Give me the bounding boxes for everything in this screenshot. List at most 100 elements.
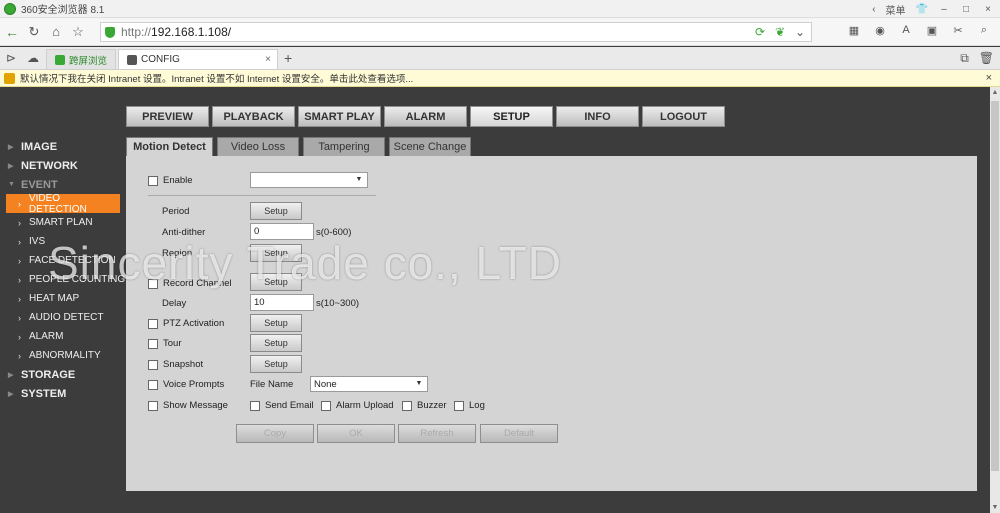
ptz-setup-button[interactable]: Setup	[250, 314, 302, 332]
send-email-checkbox[interactable]	[250, 400, 260, 411]
back-icon[interactable]: ←	[2, 22, 22, 42]
voice-prompts-checkbox[interactable]	[148, 379, 158, 390]
star-icon[interactable]: ☆	[68, 22, 88, 42]
side-item-label: ALARM	[29, 331, 64, 342]
side-group-storage[interactable]: ▶ STORAGE	[0, 365, 126, 384]
search-icon[interactable]: ⌕	[974, 24, 994, 37]
sidebar-toggle-icon[interactable]: ⊳	[0, 47, 22, 69]
ok-button[interactable]: OK	[317, 424, 395, 443]
show-message-checkbox[interactable]	[148, 400, 158, 411]
maximize-button[interactable]: □	[960, 4, 972, 15]
delay-input[interactable]: 10	[250, 294, 314, 311]
address-bar: ← ↻ ⌂ ☆ http://192.168.1.108/ ⟳ ❦ ⌄ ▦ ◉ …	[0, 18, 1000, 46]
menu-preview[interactable]: PREVIEW	[126, 106, 209, 127]
close-icon[interactable]: ×	[986, 72, 992, 84]
tab-bar: ⊳ ☁ 跨屏浏览 CONFIG × + ⧉ 🗑	[0, 47, 1000, 70]
menu-logout[interactable]: LOGOUT	[642, 106, 725, 127]
snapshot-setup-button[interactable]: Setup	[250, 355, 302, 373]
home-icon[interactable]: ⌂	[46, 22, 66, 42]
back-arrow-icon[interactable]: ‹	[872, 4, 875, 15]
side-group-network[interactable]: ▶ NETWORK	[0, 156, 126, 175]
tab-video-loss[interactable]: Video Loss	[217, 137, 299, 156]
compat-mode-icon[interactable]: ⟳	[753, 25, 767, 39]
minimize-button[interactable]: –	[938, 4, 950, 15]
apps-icon[interactable]: ▦	[844, 24, 864, 37]
enable-select[interactable]: ▼	[250, 172, 368, 188]
copy-button[interactable]: Copy	[236, 424, 314, 443]
side-item-abnormality[interactable]: › ABNORMALITY	[0, 346, 126, 365]
tour-checkbox[interactable]	[148, 338, 158, 349]
new-tab-button[interactable]: +	[284, 50, 292, 66]
browser-logo-icon	[4, 2, 16, 15]
tab-tampering[interactable]: Tampering	[303, 137, 385, 156]
tab-cross-screen[interactable]: 跨屏浏览	[46, 49, 117, 69]
reload-icon[interactable]: ↻	[24, 22, 44, 42]
enable-label: Enable	[163, 175, 193, 186]
screenshot-icon[interactable]: ✂	[948, 24, 968, 37]
side-group-system[interactable]: ▶ SYSTEM	[0, 384, 126, 403]
side-menu: ▶ IMAGE ▶ NETWORK ▼ EVENT › VIDEO DETECTION …	[0, 137, 126, 403]
side-group-label: NETWORK	[21, 159, 78, 172]
page-scrollbar[interactable]: ▲ ▼	[990, 87, 1000, 513]
menu-info[interactable]: INFO	[556, 106, 639, 127]
side-group-label: IMAGE	[21, 140, 58, 153]
tab-motion-detect[interactable]: Motion Detect	[126, 137, 213, 156]
cloud-icon[interactable]: ☁	[22, 47, 44, 69]
menu-setup[interactable]: SETUP	[470, 106, 553, 127]
wallet-icon[interactable]: ▣	[922, 24, 942, 37]
tab-config[interactable]: CONFIG ×	[118, 49, 279, 69]
skin-icon[interactable]: 👕	[916, 4, 928, 15]
side-item-face-detection[interactable]: › FACE DETECTION	[0, 251, 126, 270]
anti-dither-input[interactable]: 0	[250, 223, 314, 240]
file-name-select[interactable]: None ▼	[310, 376, 428, 392]
extension-icon[interactable]: ◉	[870, 24, 890, 37]
side-item-audio-detect[interactable]: › AUDIO DETECT	[0, 308, 126, 327]
menu-label[interactable]: 菜单	[886, 2, 906, 17]
info-bar-text: 默认情况下我在关闭 Intranet 设置。Intranet 设置不如 Inte…	[20, 74, 414, 85]
expanded-arrow-icon: ▼	[8, 181, 15, 188]
record-channel-setup-button[interactable]: Setup	[250, 273, 302, 291]
record-channel-checkbox[interactable]	[148, 278, 158, 289]
buzzer-checkbox[interactable]	[402, 400, 412, 411]
side-item-video-detection[interactable]: › VIDEO DETECTION	[6, 192, 120, 215]
side-group-event[interactable]: ▼ EVENT	[0, 175, 126, 194]
trash-icon[interactable]: 🗑	[979, 51, 994, 66]
intranet-info-bar[interactable]: 默认情况下我在关闭 Intranet 设置。Intranet 设置不如 Inte…	[0, 70, 1000, 87]
menu-playback[interactable]: PLAYBACK	[212, 106, 295, 127]
scroll-up-icon[interactable]: ▲	[990, 89, 1000, 96]
side-item-heat-map[interactable]: › HEAT MAP	[0, 289, 126, 308]
side-item-alarm[interactable]: › ALARM	[0, 327, 126, 346]
period-setup-button[interactable]: Setup	[250, 202, 302, 220]
translate-icon[interactable]: A	[896, 24, 916, 37]
scroll-thumb[interactable]	[991, 101, 999, 471]
region-setup-button[interactable]: Setup	[250, 244, 302, 262]
alarm-upload-checkbox[interactable]	[321, 400, 331, 411]
refresh-button[interactable]: Refresh	[398, 424, 476, 443]
tab-scene-change[interactable]: Scene Change	[389, 137, 471, 156]
scroll-down-icon[interactable]: ▼	[990, 504, 1000, 511]
tour-setup-button[interactable]: Setup	[250, 334, 302, 352]
url-field[interactable]: http://192.168.1.108/ ⟳ ❦ ⌄	[100, 22, 812, 42]
snapshot-checkbox[interactable]	[148, 359, 158, 370]
side-item-smart-plan[interactable]: › SMART PLAN	[0, 213, 126, 232]
side-item-label: VIDEO DETECTION	[28, 192, 87, 215]
enable-checkbox[interactable]	[148, 175, 158, 186]
ptz-activation-checkbox[interactable]	[148, 318, 158, 329]
voice-prompts-label: Voice Prompts	[163, 379, 225, 390]
side-item-people-counting[interactable]: › PEOPLE COUNTING	[0, 270, 126, 289]
close-tab-icon[interactable]: ×	[265, 54, 271, 65]
side-item-ivs[interactable]: › IVS	[0, 232, 126, 251]
menu-smart-play[interactable]: SMART PLAY	[298, 106, 381, 127]
delay-unit: s(10~300)	[316, 298, 360, 309]
side-group-image[interactable]: ▶ IMAGE	[0, 137, 126, 156]
menu-alarm[interactable]: ALARM	[384, 106, 467, 127]
restore-tabs-icon[interactable]: ⧉	[960, 51, 969, 66]
default-button[interactable]: Default	[480, 424, 558, 443]
close-window-button[interactable]: ×	[982, 4, 994, 15]
side-group-label: EVENT	[21, 178, 58, 191]
leaf-icon[interactable]: ❦	[773, 25, 787, 39]
dropdown-icon[interactable]: ⌄	[793, 25, 807, 39]
alarm-upload-label: Alarm Upload	[336, 400, 394, 411]
log-checkbox[interactable]	[454, 400, 464, 411]
collapsed-arrow-icon: ▶	[8, 390, 14, 398]
